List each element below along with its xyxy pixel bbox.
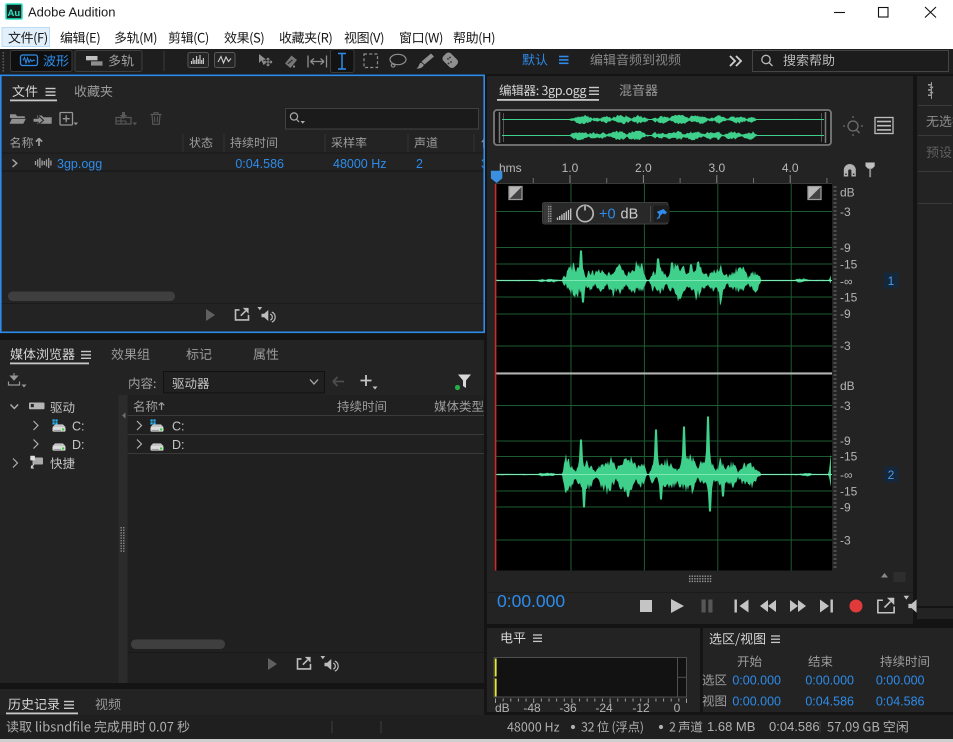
- svg-text:dB: dB: [840, 379, 855, 393]
- svg-text:dB: dB: [621, 207, 639, 223]
- svg-text:0:00.000: 0:00.000: [732, 674, 781, 688]
- svg-text:1.0: 1.0: [562, 161, 579, 175]
- svg-text:-15: -15: [840, 258, 858, 272]
- svg-text:C:: C:: [172, 420, 185, 434]
- svg-text:-15: -15: [840, 450, 858, 464]
- svg-text:-3: -3: [840, 339, 851, 353]
- svg-text:-48: -48: [523, 701, 541, 715]
- svg-text:-3: -3: [840, 205, 851, 219]
- svg-text:3gp.ogg: 3gp.ogg: [57, 157, 102, 171]
- svg-text:-3: -3: [840, 399, 851, 413]
- svg-text:0:04.586: 0:04.586: [876, 695, 925, 709]
- svg-text:-∞: -∞: [840, 275, 853, 289]
- svg-text:2: 2: [416, 157, 423, 171]
- svg-text:dB: dB: [495, 701, 510, 715]
- svg-text:0:00.000: 0:00.000: [876, 674, 925, 688]
- svg-text:-9: -9: [840, 241, 851, 255]
- svg-text:0:04.586: 0:04.586: [235, 157, 284, 171]
- svg-text:0:04.586: 0:04.586: [805, 695, 854, 709]
- svg-text:+0: +0: [599, 207, 616, 223]
- svg-text:-9: -9: [840, 501, 851, 515]
- svg-text:-9: -9: [840, 307, 851, 321]
- svg-text:0:00.000: 0:00.000: [805, 674, 854, 688]
- svg-text:4.0: 4.0: [782, 161, 799, 175]
- svg-text:-24: -24: [595, 701, 613, 715]
- svg-text:Au: Au: [7, 8, 20, 19]
- svg-text:hms: hms: [499, 161, 522, 175]
- svg-text:1: 1: [888, 274, 895, 288]
- svg-text:-36: -36: [559, 701, 577, 715]
- svg-text:3.0: 3.0: [708, 161, 725, 175]
- svg-text:C:: C:: [72, 420, 85, 434]
- svg-text:D:: D:: [72, 438, 85, 452]
- svg-text:-12: -12: [632, 701, 650, 715]
- svg-text:D:: D:: [172, 438, 185, 452]
- svg-text:48000 Hz: 48000 Hz: [333, 157, 387, 171]
- svg-text:-∞: -∞: [840, 468, 853, 482]
- svg-text:-9: -9: [840, 434, 851, 448]
- svg-text:0:04.586: 0:04.586: [769, 719, 820, 734]
- svg-text:0: 0: [674, 701, 681, 715]
- svg-text:-3: -3: [840, 534, 851, 548]
- svg-text:2: 2: [888, 468, 895, 482]
- svg-text:0:00.000: 0:00.000: [732, 695, 781, 709]
- svg-text:Adobe Audition: Adobe Audition: [28, 5, 115, 20]
- svg-text:0:00.000: 0:00.000: [497, 591, 565, 611]
- svg-text:-15: -15: [840, 291, 858, 305]
- svg-text:2.0: 2.0: [635, 161, 652, 175]
- svg-text:dB: dB: [840, 186, 855, 200]
- svg-text:1.68 MB: 1.68 MB: [707, 719, 755, 734]
- svg-text:-15: -15: [840, 485, 858, 499]
